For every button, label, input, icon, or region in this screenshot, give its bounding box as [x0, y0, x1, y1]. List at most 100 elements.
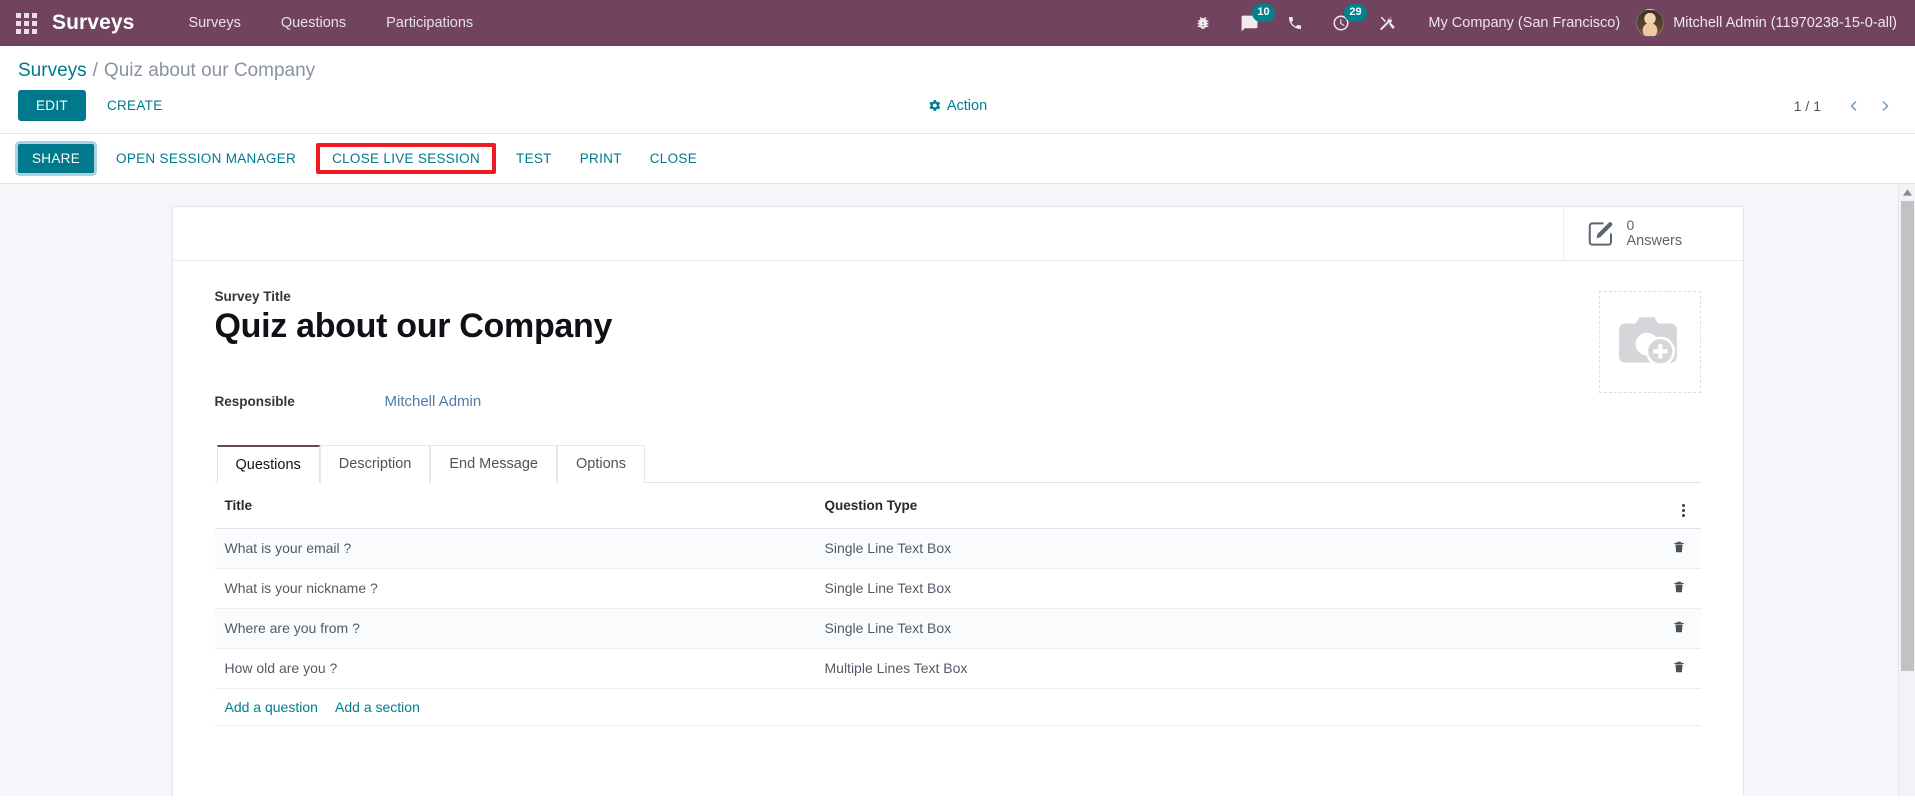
print-button[interactable]: PRINT [566, 144, 636, 173]
trash-icon [1672, 619, 1686, 635]
breadcrumb-separator: / [92, 60, 98, 81]
form-content-area: 0 Answers Survey Title Quiz about our Co… [0, 184, 1915, 796]
navmenu-participations[interactable]: Participations [366, 0, 493, 46]
navmenu-questions[interactable]: Questions [261, 0, 366, 46]
create-button[interactable]: CREATE [92, 90, 178, 121]
answers-label: Answers [1626, 233, 1683, 250]
grid-apps-icon [15, 12, 37, 34]
answers-stat-button[interactable]: 0 Answers [1562, 207, 1743, 260]
scrollbar-thumb[interactable] [1901, 201, 1914, 671]
gear-icon [929, 100, 940, 111]
vertical-scrollbar[interactable] [1898, 184, 1915, 796]
close-button[interactable]: CLOSE [636, 144, 711, 173]
pager-next-button[interactable] [1871, 93, 1897, 119]
edit-square-pencil-icon [1586, 219, 1616, 249]
cell-question-title[interactable]: Where are you from ? [214, 608, 815, 649]
camera-add-icon [1618, 317, 1677, 366]
pager-previous-button[interactable] [1841, 93, 1867, 119]
form-statusbar: SHARE OPEN SESSION MANAGER CLOSE LIVE SE… [0, 133, 1915, 184]
messages-icon-button[interactable]: 10 [1226, 0, 1275, 46]
cell-question-type[interactable]: Single Line Text Box [814, 568, 1655, 609]
add-question-link[interactable]: Add a question [225, 699, 318, 715]
tools-icon-button[interactable] [1364, 0, 1410, 46]
cell-question-type[interactable]: Multiple Lines Text Box [814, 648, 1655, 689]
tab-options[interactable]: Options [557, 444, 645, 483]
responsible-label: Responsible [214, 393, 295, 409]
apps-menu-toggle[interactable] [0, 0, 52, 46]
cell-question-title[interactable]: What is your nickname ? [214, 568, 815, 609]
cell-question-type[interactable]: Single Line Text Box [814, 608, 1655, 649]
table-row[interactable]: What is your nickname ? Single Line Text… [214, 568, 1701, 609]
scrollbar-up-arrow[interactable] [1899, 184, 1915, 201]
open-session-manager-button[interactable]: OPEN SESSION MANAGER [102, 144, 310, 173]
table-row[interactable]: Where are you from ? Single Line Text Bo… [214, 608, 1701, 649]
trash-icon [1672, 579, 1686, 595]
responsible-field-row: Responsible Mitchell Admin [215, 393, 1701, 410]
action-menu-dropdown[interactable]: Action [928, 98, 987, 114]
phone-icon [1289, 17, 1302, 29]
pager: 1 / 1 [1794, 93, 1897, 119]
control-panel-actions: EDIT CREATE Action 1 / 1 [0, 82, 1915, 133]
navbar-systray: 10 29 My Company (San Francisco) Mitchel… [1180, 0, 1903, 46]
top-navbar: Surveys Surveys Questions Participations… [0, 0, 1915, 46]
column-header-question-type[interactable]: Question Type [814, 482, 1655, 529]
form-sheet: 0 Answers Survey Title Quiz about our Co… [171, 206, 1744, 796]
chevron-left-icon [1850, 100, 1856, 111]
bug-icon-button[interactable] [1180, 0, 1226, 46]
activities-icon-button[interactable]: 29 [1318, 0, 1367, 46]
phone-icon-button[interactable] [1272, 0, 1318, 46]
trash-icon [1672, 539, 1686, 555]
column-header-title[interactable]: Title [214, 482, 815, 529]
row-delete-button[interactable] [1654, 528, 1701, 569]
tab-end-message[interactable]: End Message [430, 444, 557, 483]
company-switcher[interactable]: My Company (San Francisco) [1410, 15, 1636, 31]
survey-title-value[interactable]: Quiz about our Company [215, 306, 1701, 347]
form-sheet-body: Survey Title Quiz about our Company Resp… [173, 261, 1743, 726]
questions-table-body: What is your email ? Single Line Text Bo… [214, 528, 1701, 726]
user-name-label: Mitchell Admin (11970238-15-0-all) [1673, 15, 1897, 31]
close-live-session-button[interactable]: CLOSE LIVE SESSION [316, 143, 497, 174]
cell-question-type[interactable]: Single Line Text Box [814, 528, 1655, 569]
control-panel: Surveys / Quiz about our Company EDIT CR… [0, 46, 1915, 133]
breadcrumb: Surveys / Quiz about our Company [0, 46, 1915, 82]
edit-button[interactable]: EDIT [18, 90, 86, 121]
answers-stat-text: 0 Answers [1627, 217, 1683, 250]
user-menu[interactable]: Mitchell Admin (11970238-15-0-all) [1636, 9, 1903, 37]
tab-description[interactable]: Description [319, 444, 431, 483]
chevron-right-icon [1882, 100, 1888, 111]
row-delete-button[interactable] [1654, 608, 1701, 649]
chevron-up-icon [1902, 189, 1912, 196]
form-notebook: Questions Description End Message Option… [214, 444, 1701, 726]
notebook-tabs: Questions Description End Message Option… [214, 444, 1701, 483]
trash-icon [1672, 659, 1686, 675]
breadcrumb-root[interactable]: Surveys [18, 60, 87, 82]
questions-table: Title Question Type What is your email ?… [214, 482, 1701, 726]
survey-title-label: Survey Title [214, 289, 291, 304]
row-delete-button[interactable] [1654, 648, 1701, 689]
tools-wrench-icon [1380, 15, 1395, 30]
table-row[interactable]: How old are you ? Multiple Lines Text Bo… [214, 648, 1701, 689]
breadcrumb-current: Quiz about our Company [103, 60, 316, 81]
add-section-link[interactable]: Add a section [335, 699, 420, 715]
cell-question-title[interactable]: What is your email ? [214, 528, 815, 569]
responsible-value[interactable]: Mitchell Admin [385, 393, 482, 410]
action-menu-label: Action [946, 97, 988, 114]
table-row[interactable]: What is your email ? Single Line Text Bo… [214, 528, 1701, 569]
navmenu-surveys[interactable]: Surveys [168, 0, 260, 46]
questions-table-head: Title Question Type [214, 482, 1701, 529]
pager-count: 1 / 1 [1793, 97, 1821, 114]
table-add-row: Add a question Add a section [214, 688, 1701, 726]
activities-count-badge: 29 [1344, 4, 1367, 22]
test-button[interactable]: TEST [502, 144, 566, 173]
app-brand-title[interactable]: Surveys [52, 11, 134, 35]
row-delete-button[interactable] [1654, 568, 1701, 609]
cell-question-title[interactable]: How old are you ? [214, 648, 815, 689]
optional-columns-toggle[interactable] [1654, 482, 1701, 529]
bug-icon [1198, 17, 1209, 29]
avatar [1636, 9, 1665, 37]
share-button[interactable]: SHARE [18, 144, 95, 173]
messages-count-badge: 10 [1252, 4, 1275, 22]
tab-questions[interactable]: Questions [216, 444, 320, 483]
table-header-row: Title Question Type [214, 482, 1701, 529]
survey-image-upload[interactable] [1598, 291, 1701, 393]
